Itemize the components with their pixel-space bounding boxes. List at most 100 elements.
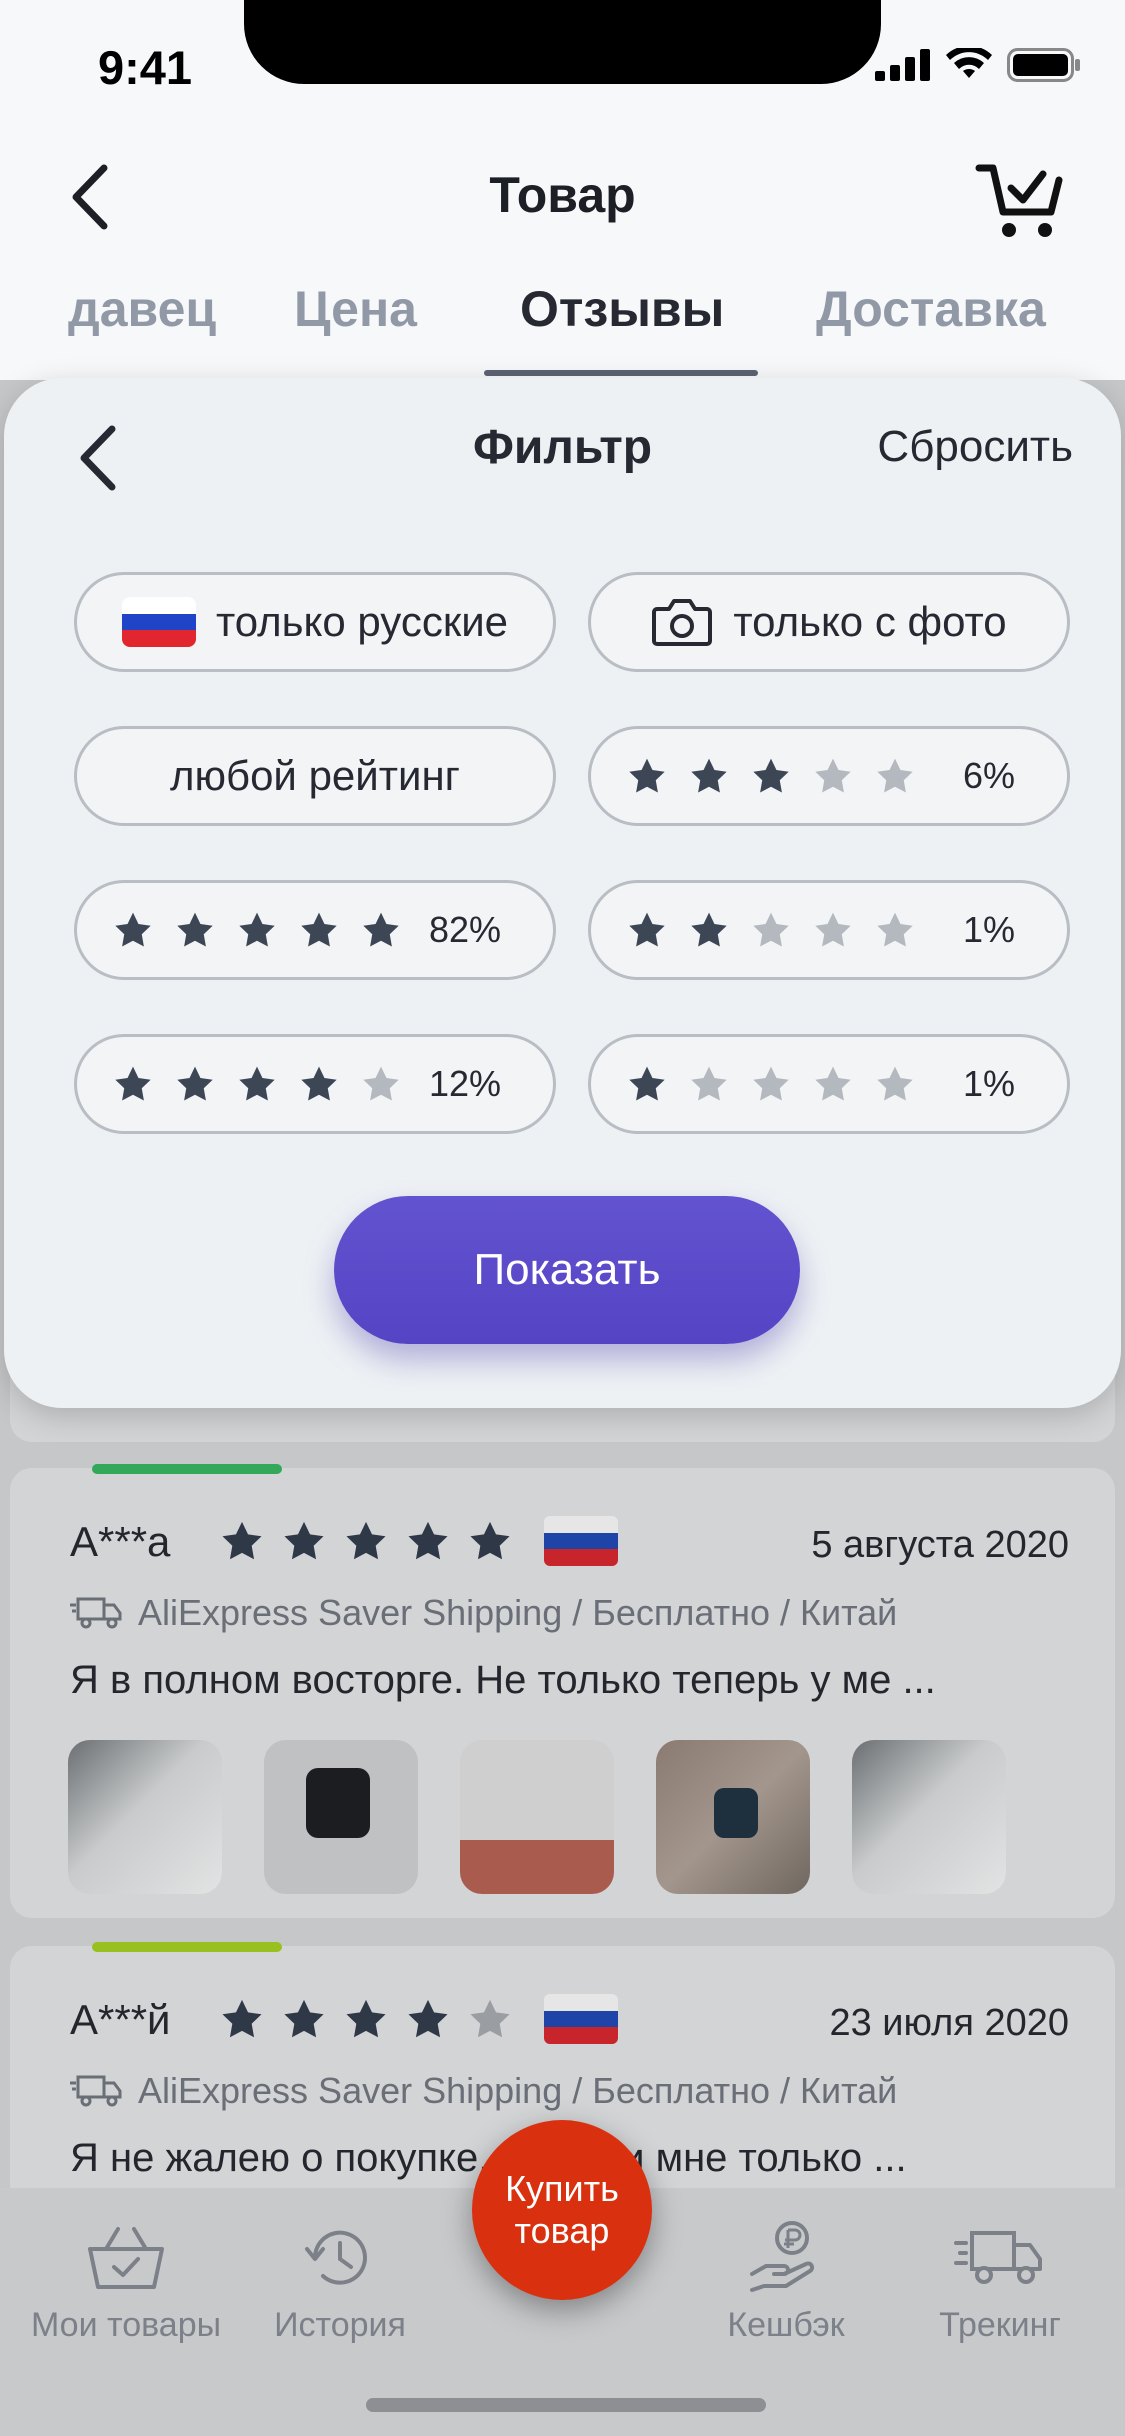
stars-1 xyxy=(627,1065,915,1103)
review-photo[interactable] xyxy=(264,1740,418,1894)
star-icon xyxy=(115,912,151,947)
status-bar: 9:41 xyxy=(0,0,1125,132)
stars-2 xyxy=(627,911,915,949)
star-icon xyxy=(115,1066,151,1101)
nav-cashback[interactable]: Кешбэк xyxy=(676,2218,896,2345)
review-photo[interactable] xyxy=(68,1740,222,1894)
stars-3 xyxy=(627,757,915,795)
review-shipping: AliExpress Saver Shipping / Бесплатно / … xyxy=(70,2070,897,2112)
home-indicator xyxy=(366,2398,766,2412)
russia-flag-icon xyxy=(121,597,196,647)
star-icon xyxy=(629,758,665,793)
star-icon xyxy=(363,1066,399,1101)
nav-label: Трекинг xyxy=(939,2306,1061,2344)
star-icon xyxy=(363,912,399,947)
cart-button[interactable] xyxy=(975,154,1065,244)
truck-icon xyxy=(70,1597,122,1629)
buy-label-line2: товар xyxy=(514,2210,610,2251)
star-icon xyxy=(753,912,789,947)
truck-icon xyxy=(70,2075,122,2107)
review-stars xyxy=(220,1998,512,2040)
chip-rating-3[interactable]: 6% xyxy=(588,726,1070,826)
star-icon xyxy=(284,1521,324,1560)
basket-check-icon xyxy=(88,2227,164,2289)
nav-label: Мои товары xyxy=(30,2306,222,2344)
history-icon xyxy=(305,2230,367,2285)
star-icon xyxy=(346,1999,386,2038)
star-icon xyxy=(691,912,727,947)
review-author: А***а xyxy=(70,1518,171,1565)
star-icon xyxy=(301,912,337,947)
star-icon xyxy=(877,758,913,793)
russia-flag-icon xyxy=(544,1516,618,1566)
rating-percent: 1% xyxy=(962,909,1015,950)
star-icon xyxy=(815,912,851,947)
show-results-button[interactable]: Показать xyxy=(334,1196,800,1344)
tab-delivery[interactable]: Доставка xyxy=(816,280,1046,338)
rating-percent: 82% xyxy=(428,909,501,950)
star-icon xyxy=(222,1521,262,1560)
review-photo[interactable] xyxy=(852,1740,1006,1894)
filter-sheet: Фильтр Сбросить только русские только с … xyxy=(4,378,1121,1408)
star-icon xyxy=(629,1066,665,1101)
star-icon xyxy=(470,1999,510,2038)
wifi-icon xyxy=(946,48,992,78)
star-icon xyxy=(284,1999,324,2038)
review-photos xyxy=(68,1740,1006,1894)
nav-tracking[interactable]: Трекинг xyxy=(890,2218,1110,2345)
chip-label: только с фото xyxy=(733,598,1007,645)
review-author: А***й xyxy=(70,1996,171,2043)
star-icon xyxy=(753,1066,789,1101)
nav-label: Кешбэк xyxy=(727,2306,845,2344)
chip-rating-5[interactable]: 82% xyxy=(74,880,556,980)
chip-russian-only[interactable]: только русские xyxy=(74,572,556,672)
chip-rating-2[interactable]: 1% xyxy=(588,880,1070,980)
buy-label-line1: Купить xyxy=(505,2168,619,2209)
chip-photo-only[interactable]: только с фото xyxy=(588,572,1070,672)
star-icon xyxy=(177,912,213,947)
chip-any-rating[interactable]: любой рейтинг xyxy=(74,726,556,826)
top-header: Товар xyxy=(0,132,1125,260)
star-icon xyxy=(301,1066,337,1101)
russia-flag-icon xyxy=(544,1994,618,2044)
notch xyxy=(244,0,881,84)
tab-seller[interactable]: давец xyxy=(68,280,216,338)
reset-button[interactable]: Сбросить xyxy=(877,422,1073,472)
star-icon xyxy=(408,1521,448,1560)
review-date: 23 июля 2020 xyxy=(829,2002,1069,2044)
review-photo[interactable] xyxy=(656,1740,810,1894)
tab-reviews[interactable]: Отзывы xyxy=(520,280,724,338)
star-icon xyxy=(691,1066,727,1101)
nav-history[interactable]: История xyxy=(230,2218,450,2345)
star-icon xyxy=(177,1066,213,1101)
review-shipping-text: AliExpress Saver Shipping / Бесплатно / … xyxy=(138,1592,898,1633)
review-stars xyxy=(220,1520,512,1562)
stars-5 xyxy=(113,911,401,949)
rating-percent: 1% xyxy=(962,1063,1015,1104)
stars-4 xyxy=(113,1065,401,1103)
status-icons xyxy=(875,48,1081,82)
star-icon xyxy=(815,1066,851,1101)
buy-button[interactable]: Купить товар xyxy=(472,2120,652,2300)
star-icon xyxy=(470,1521,510,1560)
page-title: Товар xyxy=(489,167,636,223)
review-shipping: AliExpress Saver Shipping / Бесплатно / … xyxy=(70,1592,897,1634)
review-badge xyxy=(92,1464,282,1474)
nav-label: История xyxy=(274,2306,406,2344)
star-icon xyxy=(691,758,727,793)
star-icon xyxy=(629,912,665,947)
signal-icon xyxy=(875,49,930,81)
camera-icon xyxy=(652,599,713,646)
review-card[interactable]: А***а 5 августа 2020 AliExpress Saver Sh… xyxy=(10,1464,1115,1918)
star-icon xyxy=(753,758,789,793)
chip-rating-1[interactable]: 1% xyxy=(588,1034,1070,1134)
chip-label: любой рейтинг xyxy=(170,752,460,799)
star-icon xyxy=(346,1521,386,1560)
nav-my-items[interactable]: Мои товары xyxy=(16,2218,236,2345)
star-icon xyxy=(222,1999,262,2038)
chip-rating-4[interactable]: 12% xyxy=(74,1034,556,1134)
review-photo[interactable] xyxy=(460,1740,614,1894)
tab-price[interactable]: Цена xyxy=(294,280,417,338)
cashback-hand-icon xyxy=(750,2221,814,2292)
star-icon xyxy=(877,1066,913,1101)
